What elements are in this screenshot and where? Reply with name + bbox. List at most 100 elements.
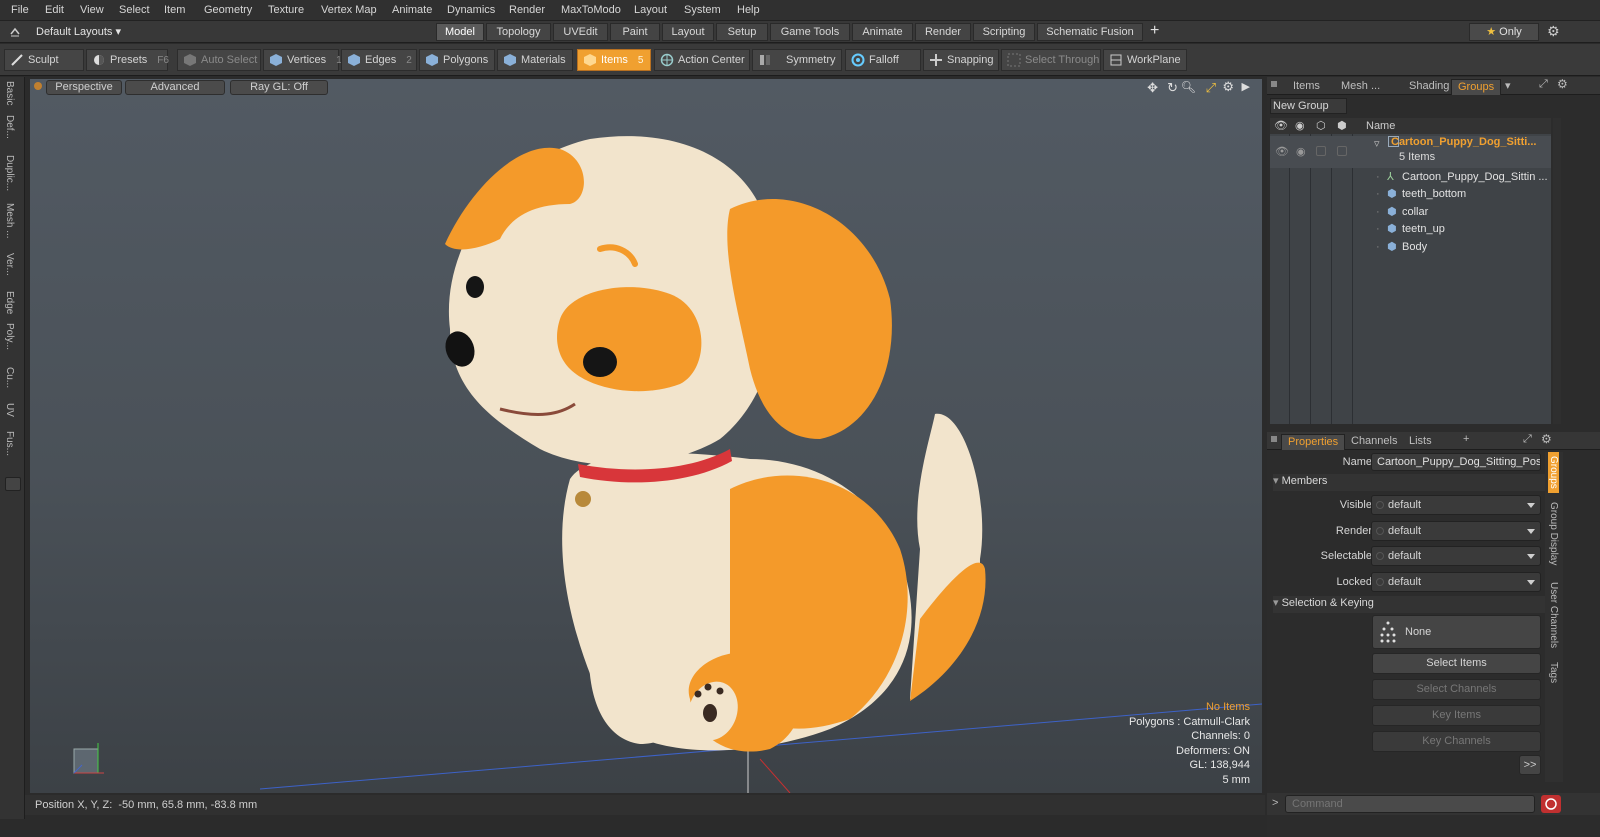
left-tab-edge[interactable]: Edge xyxy=(4,291,15,314)
groups-scrollbar[interactable] xyxy=(1553,118,1561,424)
action-center-button[interactable]: Action Center xyxy=(654,49,750,71)
3d-viewport[interactable]: Perspective Advanced Ray GL: Off ✥ ↻ 🔍︎ … xyxy=(30,79,1262,793)
tab-channels[interactable]: Channels xyxy=(1345,434,1403,450)
auto-select-button[interactable]: Auto Select xyxy=(177,49,261,71)
fit-icon[interactable]: ⤢ xyxy=(1206,80,1216,96)
selection-keying-section-header[interactable]: ▾ Selection & Keying xyxy=(1273,596,1545,613)
selectable-dropdown[interactable]: default xyxy=(1371,546,1541,566)
presets-button[interactable]: Presets F6 xyxy=(86,49,169,71)
edges-button[interactable]: Edges 2 xyxy=(341,49,417,71)
left-tab-basic[interactable]: Basic xyxy=(4,81,15,105)
properties-menu-icon[interactable] xyxy=(1271,436,1277,442)
menu-render[interactable]: Render xyxy=(509,4,545,16)
tab-model[interactable]: Model xyxy=(436,23,484,41)
more-button[interactable]: >> xyxy=(1519,755,1541,775)
gear-icon[interactable]: ⚙ xyxy=(1547,23,1560,40)
tab-lists[interactable]: Lists xyxy=(1403,434,1438,450)
items-button[interactable]: Items 5 xyxy=(577,49,651,71)
panel-expand-icon[interactable]: ⤢ xyxy=(1539,78,1548,91)
add-tab-icon[interactable]: + xyxy=(1463,433,1469,445)
visibility-column-icon[interactable]: 👁︎ xyxy=(1274,119,1288,132)
menu-file[interactable]: File xyxy=(11,4,29,16)
locked-dropdown[interactable]: default xyxy=(1371,572,1541,592)
menu-select[interactable]: Select xyxy=(119,4,150,16)
view-mode-button[interactable]: Perspective xyxy=(46,80,122,95)
left-tab-deform[interactable]: Def... xyxy=(4,115,15,139)
select-through-button[interactable]: Select Through xyxy=(1001,49,1101,71)
tab-shading[interactable]: Shading xyxy=(1403,79,1455,95)
only-toggle[interactable]: ★ Only xyxy=(1469,23,1539,41)
select-column-icon[interactable]: ⬢ xyxy=(1337,119,1347,132)
visible-dropdown[interactable]: default xyxy=(1371,495,1541,515)
members-section-header[interactable]: ▾ Members xyxy=(1273,474,1545,491)
tab-items[interactable]: Items xyxy=(1287,79,1326,95)
menu-vertex-map[interactable]: Vertex Map xyxy=(321,4,377,16)
viewport-options-icon[interactable] xyxy=(34,82,42,90)
snapping-button[interactable]: Snapping xyxy=(923,49,999,71)
select-channels-button[interactable]: Select Channels xyxy=(1372,679,1541,700)
side-tab-tags[interactable]: Tags xyxy=(1548,662,1559,683)
left-tab-duplicate[interactable]: Duplic... xyxy=(4,155,15,191)
panel-menu-icon[interactable] xyxy=(1271,81,1277,87)
tab-groups[interactable]: Groups xyxy=(1451,79,1502,95)
zoom-icon[interactable]: 🔍︎ xyxy=(1181,80,1196,94)
group-member-row[interactable]: · ⬢ teetn_up xyxy=(1270,221,1551,238)
left-tab-mesh[interactable]: Mesh ... xyxy=(4,203,15,239)
viewport-expand-icon[interactable]: ▶ xyxy=(1242,80,1250,93)
vertices-button[interactable]: Vertices 1 xyxy=(263,49,342,71)
side-tab-groups[interactable]: Groups xyxy=(1548,452,1559,493)
tab-animate[interactable]: Animate xyxy=(852,23,913,41)
tab-scripting[interactable]: Scripting xyxy=(973,23,1035,41)
tab-topology[interactable]: Topology xyxy=(486,23,551,41)
sculpt-button[interactable]: Sculpt xyxy=(4,49,84,71)
layout-selector[interactable]: Default Layouts ▾ xyxy=(36,25,121,38)
rotate-icon[interactable]: ↻ xyxy=(1167,80,1178,96)
tab-game-tools[interactable]: Game Tools xyxy=(770,23,850,41)
menu-layout[interactable]: Layout xyxy=(634,4,667,16)
tabs-dropdown-icon[interactable]: ▾ xyxy=(1505,79,1511,92)
group-select-toggle[interactable] xyxy=(1337,146,1347,156)
command-input[interactable] xyxy=(1285,795,1535,813)
left-tab-more-button[interactable] xyxy=(5,477,21,491)
tab-schematic-fusion[interactable]: Schematic Fusion xyxy=(1037,23,1143,41)
layout-collapse-icon[interactable] xyxy=(9,26,21,38)
pan-icon[interactable]: ✥ xyxy=(1147,80,1158,96)
properties-gear-icon[interactable]: ⚙ xyxy=(1541,432,1552,446)
render-dropdown[interactable]: default xyxy=(1371,521,1541,541)
tab-setup[interactable]: Setup xyxy=(716,23,768,41)
shading-mode-button[interactable]: Advanced xyxy=(125,80,225,95)
left-tab-vertex[interactable]: Ver... xyxy=(4,253,15,276)
group-member-row[interactable]: · ⬢ collar xyxy=(1270,204,1551,221)
menu-dynamics[interactable]: Dynamics xyxy=(447,4,495,16)
lock-column-icon[interactable]: ⬡ xyxy=(1316,119,1326,132)
tab-render[interactable]: Render xyxy=(915,23,971,41)
group-visibility-toggle[interactable]: 👁︎ xyxy=(1275,145,1289,158)
symmetry-button[interactable]: Symmetry xyxy=(752,49,842,71)
tab-properties[interactable]: Properties xyxy=(1281,434,1346,450)
left-tab-fusion[interactable]: Fus... xyxy=(4,431,15,456)
group-render-toggle[interactable]: ◉ xyxy=(1296,145,1306,158)
selection-none-button[interactable]: None xyxy=(1372,615,1541,649)
select-items-button[interactable]: Select Items xyxy=(1372,653,1541,674)
record-button[interactable] xyxy=(1541,795,1561,813)
tab-layout[interactable]: Layout xyxy=(662,23,714,41)
tab-paint[interactable]: Paint xyxy=(610,23,660,41)
falloff-button[interactable]: Falloff xyxy=(845,49,921,71)
menu-edit[interactable]: Edit xyxy=(45,4,64,16)
left-tab-polygon[interactable]: Poly... xyxy=(4,323,15,350)
new-group-button[interactable]: New Group xyxy=(1270,98,1347,114)
left-tab-uv[interactable]: UV xyxy=(4,403,15,417)
panel-gear-icon[interactable]: ⚙ xyxy=(1557,77,1568,91)
group-row[interactable]: 👁︎ ◉ ▿ Cartoon_Puppy_Dog_Sitti... 5 Item… xyxy=(1270,136,1551,168)
render-column-icon[interactable]: ◉ xyxy=(1295,119,1305,132)
group-member-row[interactable]: · ⬢ Body xyxy=(1270,239,1551,256)
menu-texture[interactable]: Texture xyxy=(268,4,304,16)
side-tab-user-channels[interactable]: User Channels xyxy=(1548,582,1559,648)
key-channels-button[interactable]: Key Channels xyxy=(1372,731,1541,752)
menu-geometry[interactable]: Geometry xyxy=(204,4,252,16)
polygons-button[interactable]: Polygons xyxy=(419,49,495,71)
side-tab-group-display[interactable]: Group Display xyxy=(1548,502,1559,565)
add-tab-button[interactable]: + xyxy=(1150,22,1159,40)
properties-expand-icon[interactable]: ⤢ xyxy=(1523,433,1532,446)
group-member-row[interactable]: · ⬢ teeth_bottom xyxy=(1270,186,1551,203)
